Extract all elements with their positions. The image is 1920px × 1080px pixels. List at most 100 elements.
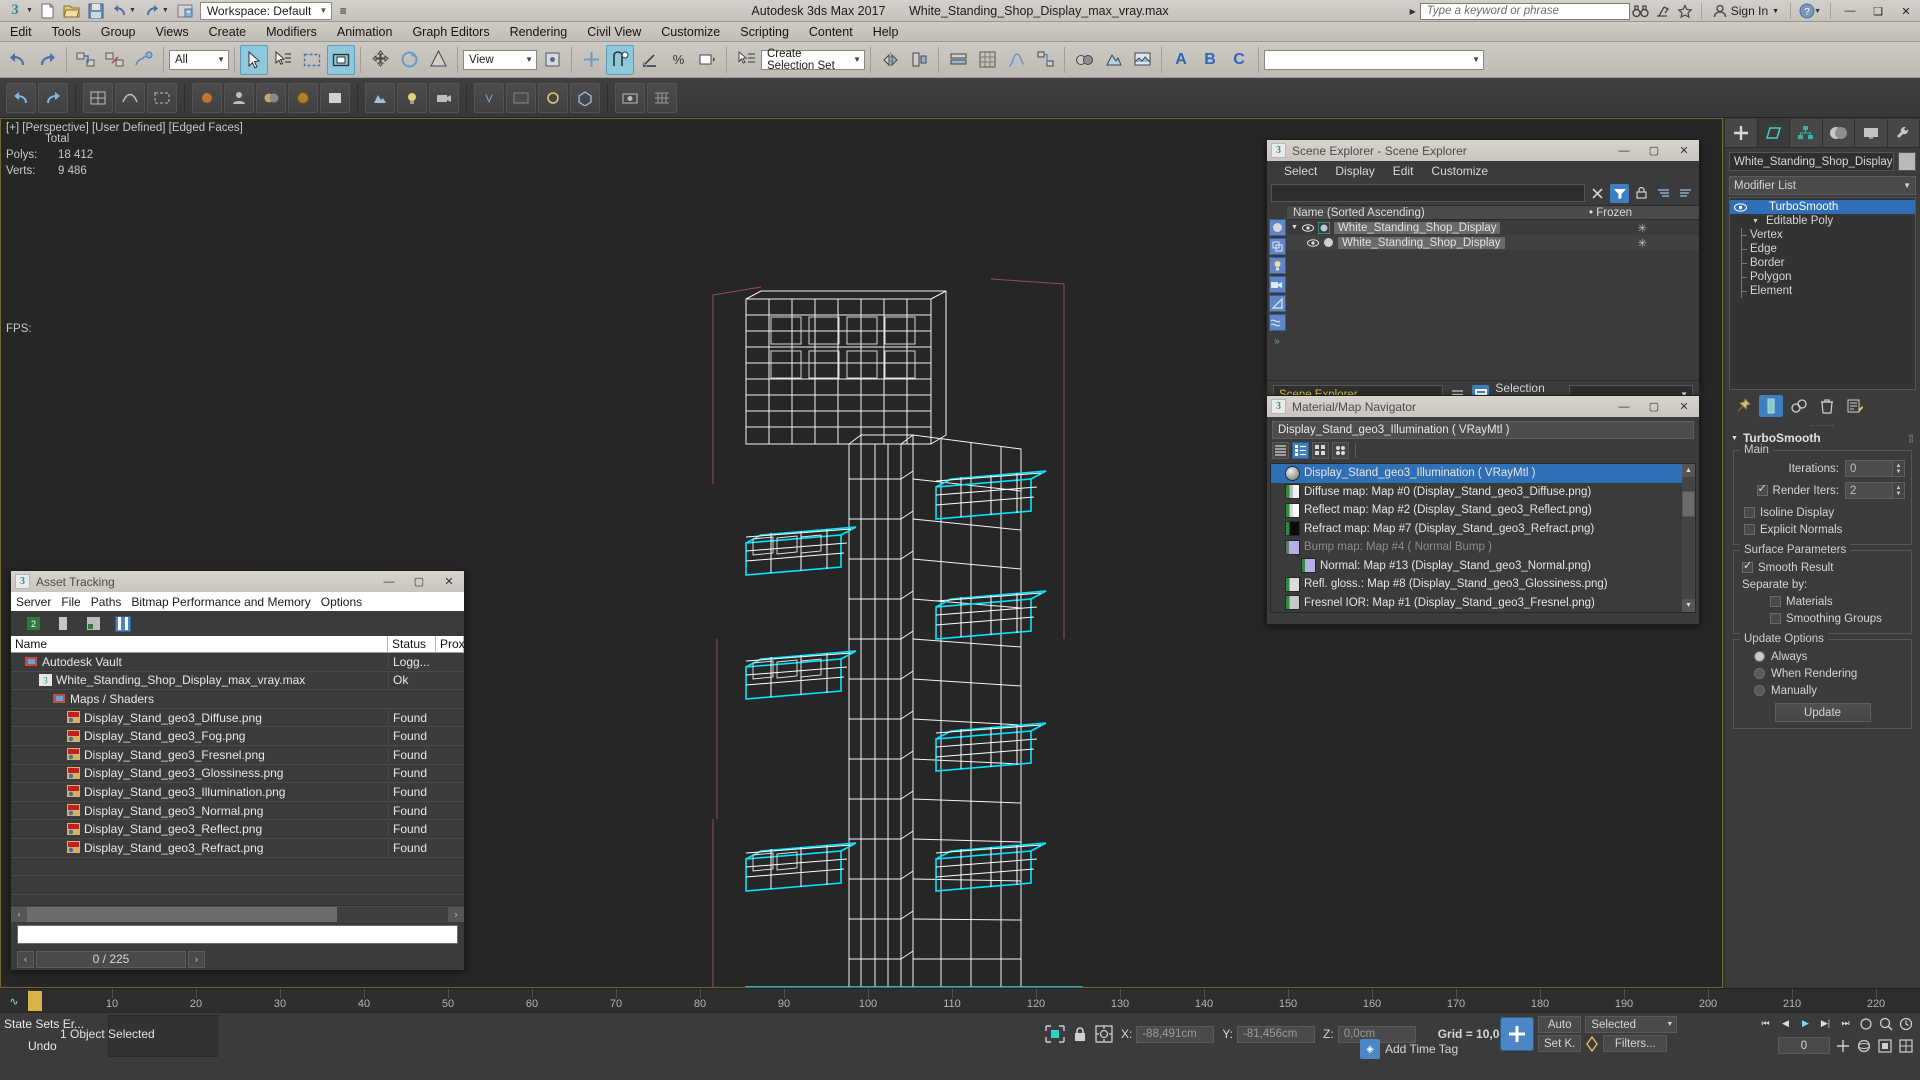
tab-modify[interactable] [1757,118,1790,147]
next-frame-icon[interactable]: ▶| [1817,1015,1834,1032]
asset-tracking-titlebar[interactable]: 3 Asset Tracking — ▢ ✕ [11,571,464,592]
ribbon-vray-proxy-icon[interactable] [570,82,600,113]
ribbon-render-icon[interactable] [365,82,395,113]
expand-triangle-icon[interactable]: ▼ [1752,218,1761,225]
refresh-assets-icon[interactable]: 2 [25,616,41,632]
open-file-icon[interactable] [61,1,83,21]
render-preset-combo[interactable]: ▼ [1264,49,1484,70]
object-name-field[interactable]: White_Standing_Shop_Display [1729,152,1894,171]
matnav-row-diffuse[interactable]: Diffuse map: Map #0 (Display_Stand_geo3_… [1271,483,1695,502]
matnav-tree[interactable]: Display_Stand_geo3_Illumination ( VRayMt… [1270,463,1696,613]
select-object-icon[interactable] [240,44,268,75]
smooth-result-row[interactable]: Smooth Result [1740,559,1905,576]
isolate-selection-icon[interactable] [1095,1025,1113,1043]
spinner-snap-icon[interactable] [693,45,721,75]
material-map-navigator-window[interactable]: 3 Material/Map Navigator — ▢ ✕ Display_S… [1266,395,1700,625]
render-production-A-icon[interactable]: A [1167,45,1195,75]
asset-tracking-rows[interactable]: Autodesk Vault Logg... 3 White_Standing_… [11,653,464,905]
tab-display[interactable] [1855,118,1888,147]
scene-explorer-window[interactable]: 3 Scene Explorer - Scene Explorer — ▢ ✕ … [1266,139,1700,409]
ribbon-light-icon[interactable] [397,82,427,113]
table-row[interactable]: Display_Stand_geo3_Illumination.png Foun… [11,783,464,802]
matnav-row-refract[interactable]: Refract map: Map #7 (Display_Stand_geo3_… [1271,520,1695,539]
ribbon-grid-icon[interactable] [647,82,677,113]
lock-icon[interactable] [1632,184,1651,203]
select-and-scale-icon[interactable] [424,45,452,75]
ribbon-populate-icon[interactable] [224,82,254,113]
select-and-rotate-icon[interactable] [395,45,423,75]
key-mode-toggle-icon[interactable] [1585,1035,1599,1052]
close-button[interactable]: ✕ [1669,396,1699,417]
minimize-button[interactable]: — [374,571,404,592]
column-name[interactable]: Name (Sorted Ascending) [1293,207,1425,219]
menu-item-modifiers[interactable]: Modifiers [256,22,327,42]
render-production-B-icon[interactable]: B [1196,45,1224,75]
edit-named-selection-sets-icon[interactable] [732,45,760,75]
scene-explorer-row-parent[interactable]: ▼ White_Standing_Shop_Display ✳ [1287,220,1699,235]
scene-explorer-search-input[interactable] [1271,184,1585,202]
undo-icon[interactable] [109,1,131,21]
collapse-all-icon[interactable] [1676,184,1695,203]
render-setup-icon[interactable] [1099,45,1127,75]
table-row[interactable]: Display_Stand_geo3_Reflect.png Found [11,820,464,839]
search-expand-icon[interactable]: ▶ [1410,7,1416,16]
update-option-always[interactable]: Always [1740,648,1905,665]
named-selection-sets-combo[interactable]: Create Selection Set ▼ [761,48,865,72]
radio-when-rendering-icon[interactable] [1754,668,1765,679]
expand-triangle-icon[interactable]: ▼ [1291,224,1298,231]
absolute-mode-icon[interactable] [1045,1025,1065,1043]
help-dropdown-icon[interactable]: ▼ [1814,8,1821,15]
favorites-star-icon[interactable] [1674,1,1696,21]
menu-item-civil-view[interactable]: Civil View [577,22,651,42]
maximize-viewport-icon[interactable] [1897,1037,1914,1054]
matnav-row-refl-gloss[interactable]: Refl. gloss.: Map #8 (Display_Stand_geo3… [1271,575,1695,594]
smooth-result-checkbox[interactable] [1742,559,1753,573]
menu-item-graph-editors[interactable]: Graph Editors [402,22,499,42]
new-file-icon[interactable] [37,1,59,21]
menu-options[interactable]: Options [316,595,367,609]
select-and-manipulate-icon[interactable] [577,45,605,75]
timeline-waveform-icon[interactable]: ∿ [2,992,26,1010]
table-row[interactable]: Maps / Shaders [11,690,464,709]
isoline-checkbox[interactable] [1744,507,1755,518]
ribbon-object-paint-icon[interactable] [192,82,222,113]
explicit-normals-checkbox[interactable] [1744,524,1755,535]
y-value[interactable]: -81,456cm [1237,1025,1316,1043]
column-name[interactable]: Name [11,635,388,653]
save-file-icon[interactable] [85,1,107,21]
scroll-up-icon[interactable]: ▲ [1682,464,1695,477]
menu-item-scripting[interactable]: Scripting [730,22,799,42]
column-status[interactable]: Status [388,635,436,653]
ribbon-vray-light-icon[interactable] [538,82,568,113]
stack-subobject-element[interactable]: Element [1730,284,1915,298]
ribbon-selection-icon[interactable] [147,82,177,113]
view-list-icon[interactable] [1272,442,1289,459]
search-binoculars-icon[interactable] [1630,1,1652,21]
lock-selection-icon[interactable] [1073,1026,1087,1042]
filter-helpers-icon[interactable] [1268,295,1286,312]
menu-item-edit[interactable]: Edit [0,22,42,42]
set-key-mode-button[interactable]: Set K. [1538,1035,1582,1052]
table-row[interactable]: Display_Stand_geo3_Refract.png Found [11,839,464,858]
radio-manually-icon[interactable] [1754,685,1765,696]
menu-select[interactable]: Select [1275,164,1326,178]
view-list-icons-icon[interactable] [1292,442,1309,459]
window-crossing-icon[interactable] [327,44,355,75]
matnav-row-reflect[interactable]: Reflect map: Map #2 (Display_Stand_geo3_… [1271,501,1695,520]
configure-modifier-sets-icon[interactable] [1843,395,1867,417]
play-animation-icon[interactable]: ▶ [1797,1015,1814,1032]
update-option-manually[interactable]: Manually [1740,682,1905,699]
key-filter-combo[interactable]: Selected ▼ [1585,1016,1678,1033]
y-coordinate[interactable]: Y: -81,456cm [1222,1025,1316,1043]
menu-item-content[interactable]: Content [799,22,863,42]
x-coordinate[interactable]: X: -88,491cm [1121,1025,1215,1043]
menu-item-animation[interactable]: Animation [327,22,403,42]
add-time-tag[interactable]: ◈ Add Time Tag [1360,1039,1458,1059]
filter-shapes-icon[interactable] [1268,238,1286,255]
redo-toolbar-icon[interactable] [33,45,61,75]
scene-explorer-row-label[interactable]: White_Standing_Shop_Display [1333,221,1501,234]
menu-item-customize[interactable]: Customize [651,22,730,42]
stack-subobject-polygon[interactable]: Polygon [1730,270,1915,284]
menu-file[interactable]: File [56,595,85,609]
reference-coordinate-combo[interactable]: View ▼ [463,49,537,70]
